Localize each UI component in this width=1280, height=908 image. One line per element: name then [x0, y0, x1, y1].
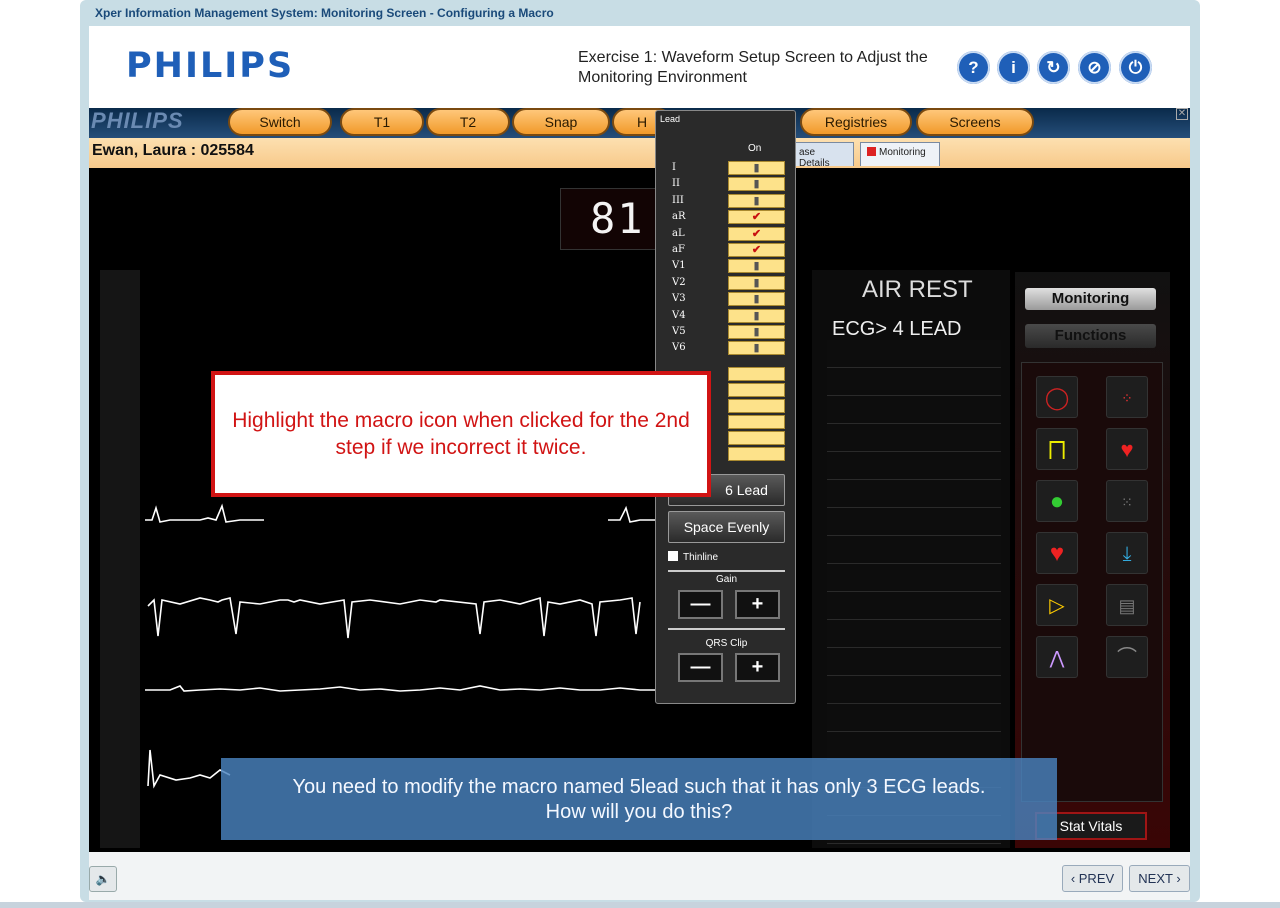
gain-increase-button[interactable]: + — [735, 590, 780, 619]
status-dot-icon[interactable]: ● — [1036, 480, 1078, 522]
refresh-icon[interactable]: ↻ — [1037, 51, 1070, 84]
checkmark-icon[interactable]: ✔ — [728, 242, 785, 257]
grid-dots-icon[interactable]: ⁙ — [1106, 480, 1148, 522]
taskbar-strip — [0, 902, 1280, 908]
lead-row-v4: V4 ▮ — [668, 308, 786, 324]
lead-panel-title: Lead — [660, 114, 681, 124]
prev-button[interactable]: ‹ PREV — [1062, 865, 1123, 892]
air-rest-label: AIR REST — [862, 276, 973, 303]
question-caption: You need to modify the macro named 5lead… — [221, 758, 1057, 840]
tab-case-details[interactable]: ase Details — [792, 142, 854, 169]
menu-switch[interactable]: Switch — [228, 108, 332, 136]
lead-toggle[interactable] — [728, 367, 785, 381]
ecg-mode: ECG> 4 LEAD — [832, 318, 962, 340]
chevron-right-icon: › — [1172, 871, 1181, 886]
heart-arrow-icon[interactable]: ♥ — [1106, 428, 1148, 470]
menu-t2[interactable]: T2 — [426, 108, 510, 136]
tab-monitoring-label: Monitoring — [879, 147, 926, 158]
lead-row-af: aF ✔ — [668, 242, 786, 258]
lead-toggle[interactable]: ▮ — [728, 324, 785, 339]
tab-monitoring[interactable]: Monitoring — [860, 142, 940, 166]
space-evenly-button[interactable]: Space Evenly — [668, 511, 785, 543]
lead-row-v5: V5 ▮ — [668, 324, 786, 340]
qrs-clip-label: QRS Clip — [705, 638, 748, 649]
record-icon[interactable]: ◯ — [1036, 376, 1078, 418]
menu-screens[interactable]: Screens — [916, 108, 1034, 136]
lead-toggle[interactable]: ▮ — [728, 308, 785, 323]
wave-overlay-icon[interactable]: ⋀ — [1036, 636, 1078, 678]
checkbox-icon[interactable] — [668, 551, 678, 561]
lead-toggle[interactable]: ▮ — [728, 259, 785, 274]
lead-list: I ▮ II ▮ III ▮ aR ✔ aL ✔ aF ✔ V1 ▮ V2 ▮ V3 ▮ V4 ▮ … — [668, 160, 786, 357]
lead-row-iii: III ▮ — [668, 193, 786, 209]
curve-down-icon[interactable]: ⌒ — [1106, 636, 1148, 678]
divider — [668, 570, 785, 572]
qrs-decrease-button[interactable]: — — [678, 653, 723, 682]
close-icon[interactable]: ✕ — [1176, 108, 1188, 120]
lead-row-v6: V6 ▮ — [668, 340, 786, 356]
lead-toggle[interactable]: ▮ — [728, 341, 785, 356]
patient-bar — [89, 138, 1190, 168]
menu-snap[interactable]: Snap — [512, 108, 610, 136]
gain-decrease-button[interactable]: — — [678, 590, 723, 619]
lead-toggle[interactable]: ▮ — [728, 161, 785, 175]
lead-toggle[interactable]: ▮ — [728, 275, 785, 290]
lead-toggle[interactable] — [728, 447, 785, 461]
player-footer — [89, 852, 1190, 900]
help-icon[interactable]: ? — [957, 51, 990, 84]
gain-label: Gain — [715, 574, 738, 585]
lead-row-ar: aR ✔ — [668, 209, 786, 225]
info-icon[interactable]: i — [997, 51, 1030, 84]
qrs-increase-button[interactable]: + — [735, 653, 780, 682]
heart-rate-value: 81 — [590, 194, 645, 243]
caption-line-1: You need to modify the macro named 5lead… — [292, 776, 986, 798]
menu-registries[interactable]: Registries — [800, 108, 912, 136]
lead-row-v2: V2 ▮ — [668, 275, 786, 291]
close-icon[interactable] — [867, 147, 876, 156]
power-icon[interactable]: ⏻ — [1119, 51, 1152, 84]
checkmark-icon[interactable]: ✔ — [728, 226, 785, 241]
menu-t1[interactable]: T1 — [340, 108, 424, 136]
exercise-title: Exercise 1: Waveform Setup Screen to Adj… — [578, 49, 928, 86]
next-button[interactable]: NEXT › — [1129, 865, 1190, 892]
thinline-label: Thinline — [683, 552, 719, 563]
lead-row-ii: II ▮ — [668, 176, 786, 192]
lead-toggle[interactable]: ▮ — [728, 292, 785, 307]
divider — [668, 628, 785, 630]
window-title: Xper Information Management System: Moni… — [95, 6, 554, 20]
layers-icon[interactable]: ▤ — [1106, 584, 1148, 626]
lead-toggle[interactable] — [728, 399, 785, 413]
lead-row-al: aL ✔ — [668, 226, 786, 242]
app-logo: PHILIPS — [91, 108, 184, 133]
forward-icon[interactable]: ▷ — [1036, 584, 1078, 626]
patient-name: Ewan, Laura : 025584 — [92, 142, 254, 159]
lead-toggle[interactable] — [728, 431, 785, 445]
macro-icon[interactable]: ⤓ — [1106, 532, 1148, 574]
prev-label: PREV — [1078, 871, 1115, 886]
next-label: NEXT — [1138, 871, 1173, 886]
lead-toggle[interactable]: ▮ — [728, 193, 785, 208]
thinline-checkbox[interactable]: Thinline — [668, 551, 718, 563]
lead-row-i: I ▮ — [668, 160, 786, 176]
caption-line-2: How will you do this? — [545, 801, 733, 823]
checkmark-icon[interactable]: ✔ — [728, 210, 785, 225]
philips-logo: PHILIPS — [126, 46, 295, 86]
instructor-callout: Highlight the macro icon when clicked fo… — [211, 371, 711, 497]
lead-toggle[interactable] — [728, 415, 785, 429]
lead-toggle[interactable]: ▮ — [728, 177, 785, 192]
lead-toggle[interactable] — [728, 383, 785, 397]
waveform-icon[interactable]: ⨅ — [1036, 428, 1078, 470]
lead-row-v1: V1 ▮ — [668, 258, 786, 274]
on-column-header: On — [748, 143, 762, 154]
tab-monitoring-functions[interactable]: Monitoring — [1025, 288, 1156, 310]
split-icon[interactable]: ⁘ — [1106, 376, 1148, 418]
heart-pulse-icon[interactable]: ♥ — [1036, 532, 1078, 574]
tab-functions[interactable]: Functions — [1025, 324, 1156, 348]
compass-icon[interactable]: ⊘ — [1078, 51, 1111, 84]
speaker-icon[interactable]: 🔈 — [89, 866, 117, 892]
lead-row-v3: V3 ▮ — [668, 291, 786, 307]
chevron-left-icon: ‹ — [1070, 871, 1079, 886]
